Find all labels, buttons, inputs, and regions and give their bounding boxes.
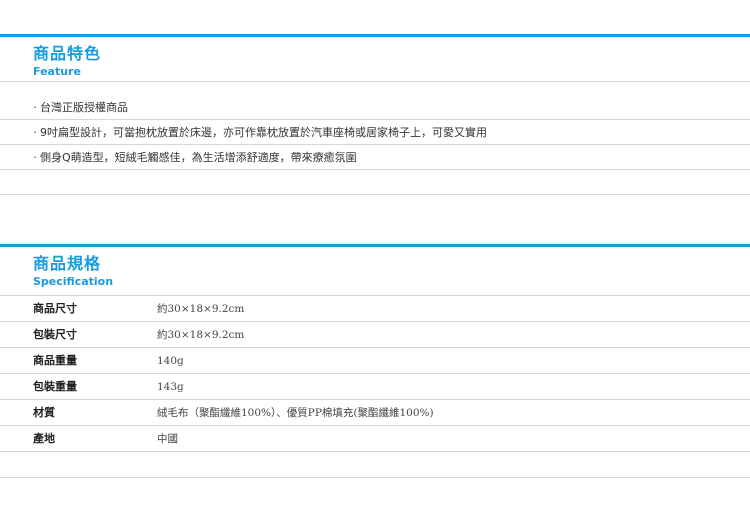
feature-text: 台灣正版授權商品 bbox=[40, 101, 128, 114]
spec-row: 材質 絨毛布（聚酯纖維100%）、優質PP棉填充(聚酯纖維100%) bbox=[0, 400, 750, 426]
spec-row: 商品重量 140g bbox=[0, 348, 750, 374]
spec-value: 約30×18×9.2cm bbox=[157, 329, 245, 341]
spec-value: 143g bbox=[157, 381, 184, 393]
spec-label: 商品重量 bbox=[33, 354, 77, 367]
feature-text: 9吋扁型設計，可當抱枕放置於床邊，亦可作靠枕放置於汽車座椅或居家椅子上，可愛又實… bbox=[40, 126, 487, 139]
spec-header: 商品規格 Specification bbox=[0, 247, 750, 296]
spec-value: 約30×18×9.2cm bbox=[157, 303, 245, 315]
bullet-icon: · bbox=[33, 151, 37, 164]
feature-list: · 台灣正版授權商品 · 9吋扁型設計，可當抱枕放置於床邊，亦可作靠枕放置於汽車… bbox=[0, 95, 750, 170]
spec-label: 材質 bbox=[33, 406, 55, 419]
feature-subtitle: Feature bbox=[33, 65, 81, 78]
bullet-icon: · bbox=[33, 126, 37, 139]
spec-label: 包裝重量 bbox=[33, 380, 77, 393]
feature-item: · 台灣正版授權商品 bbox=[0, 95, 750, 120]
spec-section: 商品規格 Specification 商品尺寸 約30×18×9.2cm 包裝尺… bbox=[0, 244, 750, 478]
spec-label: 商品尺寸 bbox=[33, 302, 77, 315]
spec-value: 絨毛布（聚酯纖維100%）、優質PP棉填充(聚酯纖維100%) bbox=[157, 407, 434, 419]
bullet-icon: · bbox=[33, 101, 37, 114]
feature-empty-row bbox=[0, 170, 750, 195]
spec-row: 產地 中國 bbox=[0, 426, 750, 452]
spec-empty-row bbox=[0, 452, 750, 478]
spec-row: 包裝尺寸 約30×18×9.2cm bbox=[0, 322, 750, 348]
spec-value: 中國 bbox=[157, 433, 178, 445]
spec-subtitle: Specification bbox=[33, 275, 114, 288]
spec-label: 產地 bbox=[33, 432, 55, 445]
feature-gap bbox=[0, 82, 750, 95]
feature-item: · 9吋扁型設計，可當抱枕放置於床邊，亦可作靠枕放置於汽車座椅或居家椅子上，可愛… bbox=[0, 120, 750, 145]
feature-text: 側身Q萌造型，短絨毛觸感佳，為生活增添舒適度，帶來療癒氛圍 bbox=[40, 151, 357, 164]
spec-label: 包裝尺寸 bbox=[33, 328, 77, 341]
spec-row: 商品尺寸 約30×18×9.2cm bbox=[0, 296, 750, 322]
feature-section: 商品特色 Feature · 台灣正版授權商品 · 9吋扁型設計，可當抱枕放置於… bbox=[0, 34, 750, 195]
feature-item: · 側身Q萌造型，短絨毛觸感佳，為生活增添舒適度，帶來療癒氛圍 bbox=[0, 145, 750, 170]
spec-row: 包裝重量 143g bbox=[0, 374, 750, 400]
feature-title: 商品特色 bbox=[33, 44, 102, 63]
feature-header: 商品特色 Feature bbox=[0, 37, 750, 82]
spec-value: 140g bbox=[157, 355, 184, 367]
spec-title: 商品規格 bbox=[33, 254, 102, 273]
